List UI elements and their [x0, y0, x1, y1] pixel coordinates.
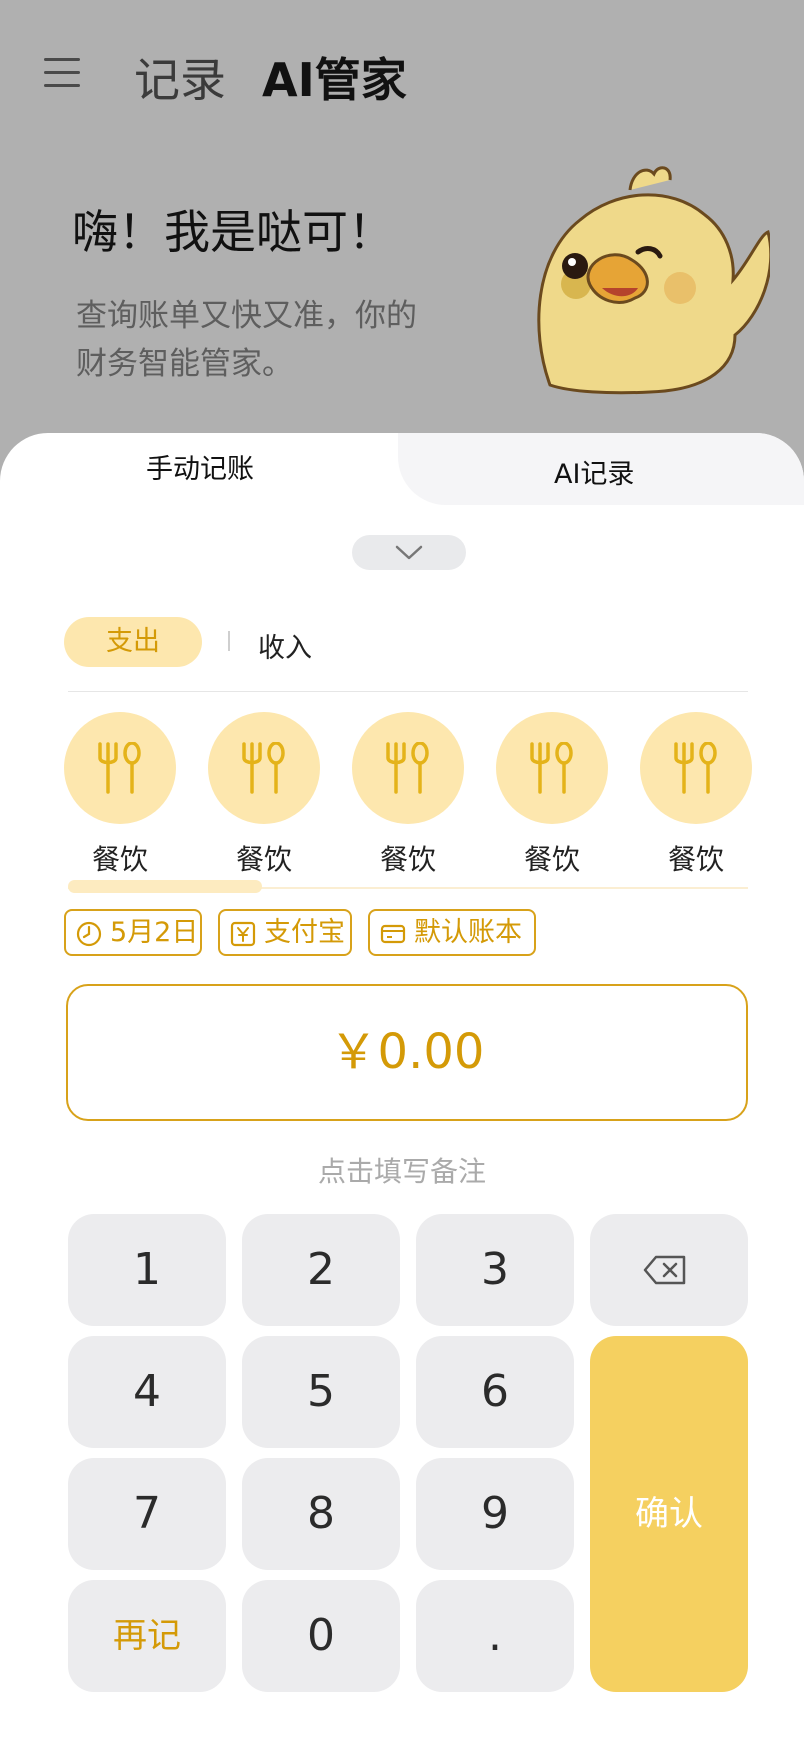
category-scroll-thumb[interactable] [68, 880, 262, 893]
category-label: 餐饮 [667, 843, 724, 876]
backspace-button[interactable] [590, 1214, 748, 1326]
collapse-button[interactable] [352, 535, 466, 570]
yuan-card-icon [230, 921, 256, 947]
category-item[interactable]: 餐饮 [352, 712, 464, 878]
wallet-icon [380, 924, 406, 944]
amount-display[interactable]: ￥0.00 [66, 984, 748, 1121]
duck-mascot-icon [537, 166, 770, 395]
tab-ai-butler[interactable]: AI管家 [262, 44, 407, 110]
key-6[interactable]: 6 [416, 1336, 574, 1448]
category-item[interactable]: 餐饮 [496, 712, 608, 878]
category-label: 餐饮 [523, 843, 580, 876]
key-7[interactable]: 7 [68, 1458, 226, 1570]
key-5[interactable]: 5 [242, 1336, 400, 1448]
clock-icon [76, 921, 102, 947]
hero-subtitle: 查询账单又快又准，你的财务智能管家。 [76, 298, 417, 382]
tab-ai-record[interactable]: AI记录 [554, 452, 634, 491]
category-item[interactable]: 餐饮 [208, 712, 320, 878]
fork-spoon-icon [98, 742, 141, 794]
key-decimal[interactable]: . [416, 1580, 574, 1692]
category-item[interactable]: 餐饮 [640, 712, 752, 878]
income-toggle[interactable]: 收入 [258, 626, 312, 665]
backspace-icon [643, 1255, 686, 1285]
top-bar: 记录 AI管家 [0, 0, 804, 150]
key-3[interactable]: 3 [416, 1214, 574, 1326]
tab-record[interactable]: 记录 [134, 44, 226, 110]
date-chip[interactable]: 5月2日 [64, 909, 202, 956]
menu-icon[interactable] [44, 58, 80, 88]
category-label: 餐饮 [235, 843, 292, 876]
record-again-button[interactable]: 再记 [68, 1580, 226, 1692]
divider [68, 691, 748, 692]
date-chip-label: 5月2日 [110, 917, 199, 948]
tab-manual-record[interactable]: 手动记账 [146, 447, 254, 486]
key-0[interactable]: 0 [242, 1580, 400, 1692]
fork-spoon-icon [674, 742, 717, 794]
fork-spoon-icon [530, 742, 573, 794]
category-label: 餐饮 [91, 843, 148, 876]
note-input[interactable]: 点击填写备注 [0, 1150, 804, 1190]
payment-chip[interactable]: 支付宝 [218, 909, 352, 956]
key-9[interactable]: 9 [416, 1458, 574, 1570]
expense-toggle[interactable]: 支出 [64, 617, 202, 667]
key-1[interactable]: 1 [68, 1214, 226, 1326]
key-4[interactable]: 4 [68, 1336, 226, 1448]
confirm-button[interactable]: 确认 [590, 1336, 748, 1692]
fork-spoon-icon [242, 742, 285, 794]
payment-chip-label: 支付宝 [264, 917, 345, 948]
account-book-chip[interactable]: 默认账本 [368, 909, 536, 956]
chevron-down-icon [395, 545, 423, 560]
hero-title: 嗨！我是哒可！ [72, 205, 394, 259]
category-label: 餐饮 [379, 843, 436, 876]
key-8[interactable]: 8 [242, 1458, 400, 1570]
key-2[interactable]: 2 [242, 1214, 400, 1326]
category-item[interactable]: 餐饮 [64, 712, 176, 878]
account-book-chip-label: 默认账本 [414, 917, 522, 948]
fork-spoon-icon [386, 742, 429, 794]
toggle-divider [228, 631, 230, 651]
